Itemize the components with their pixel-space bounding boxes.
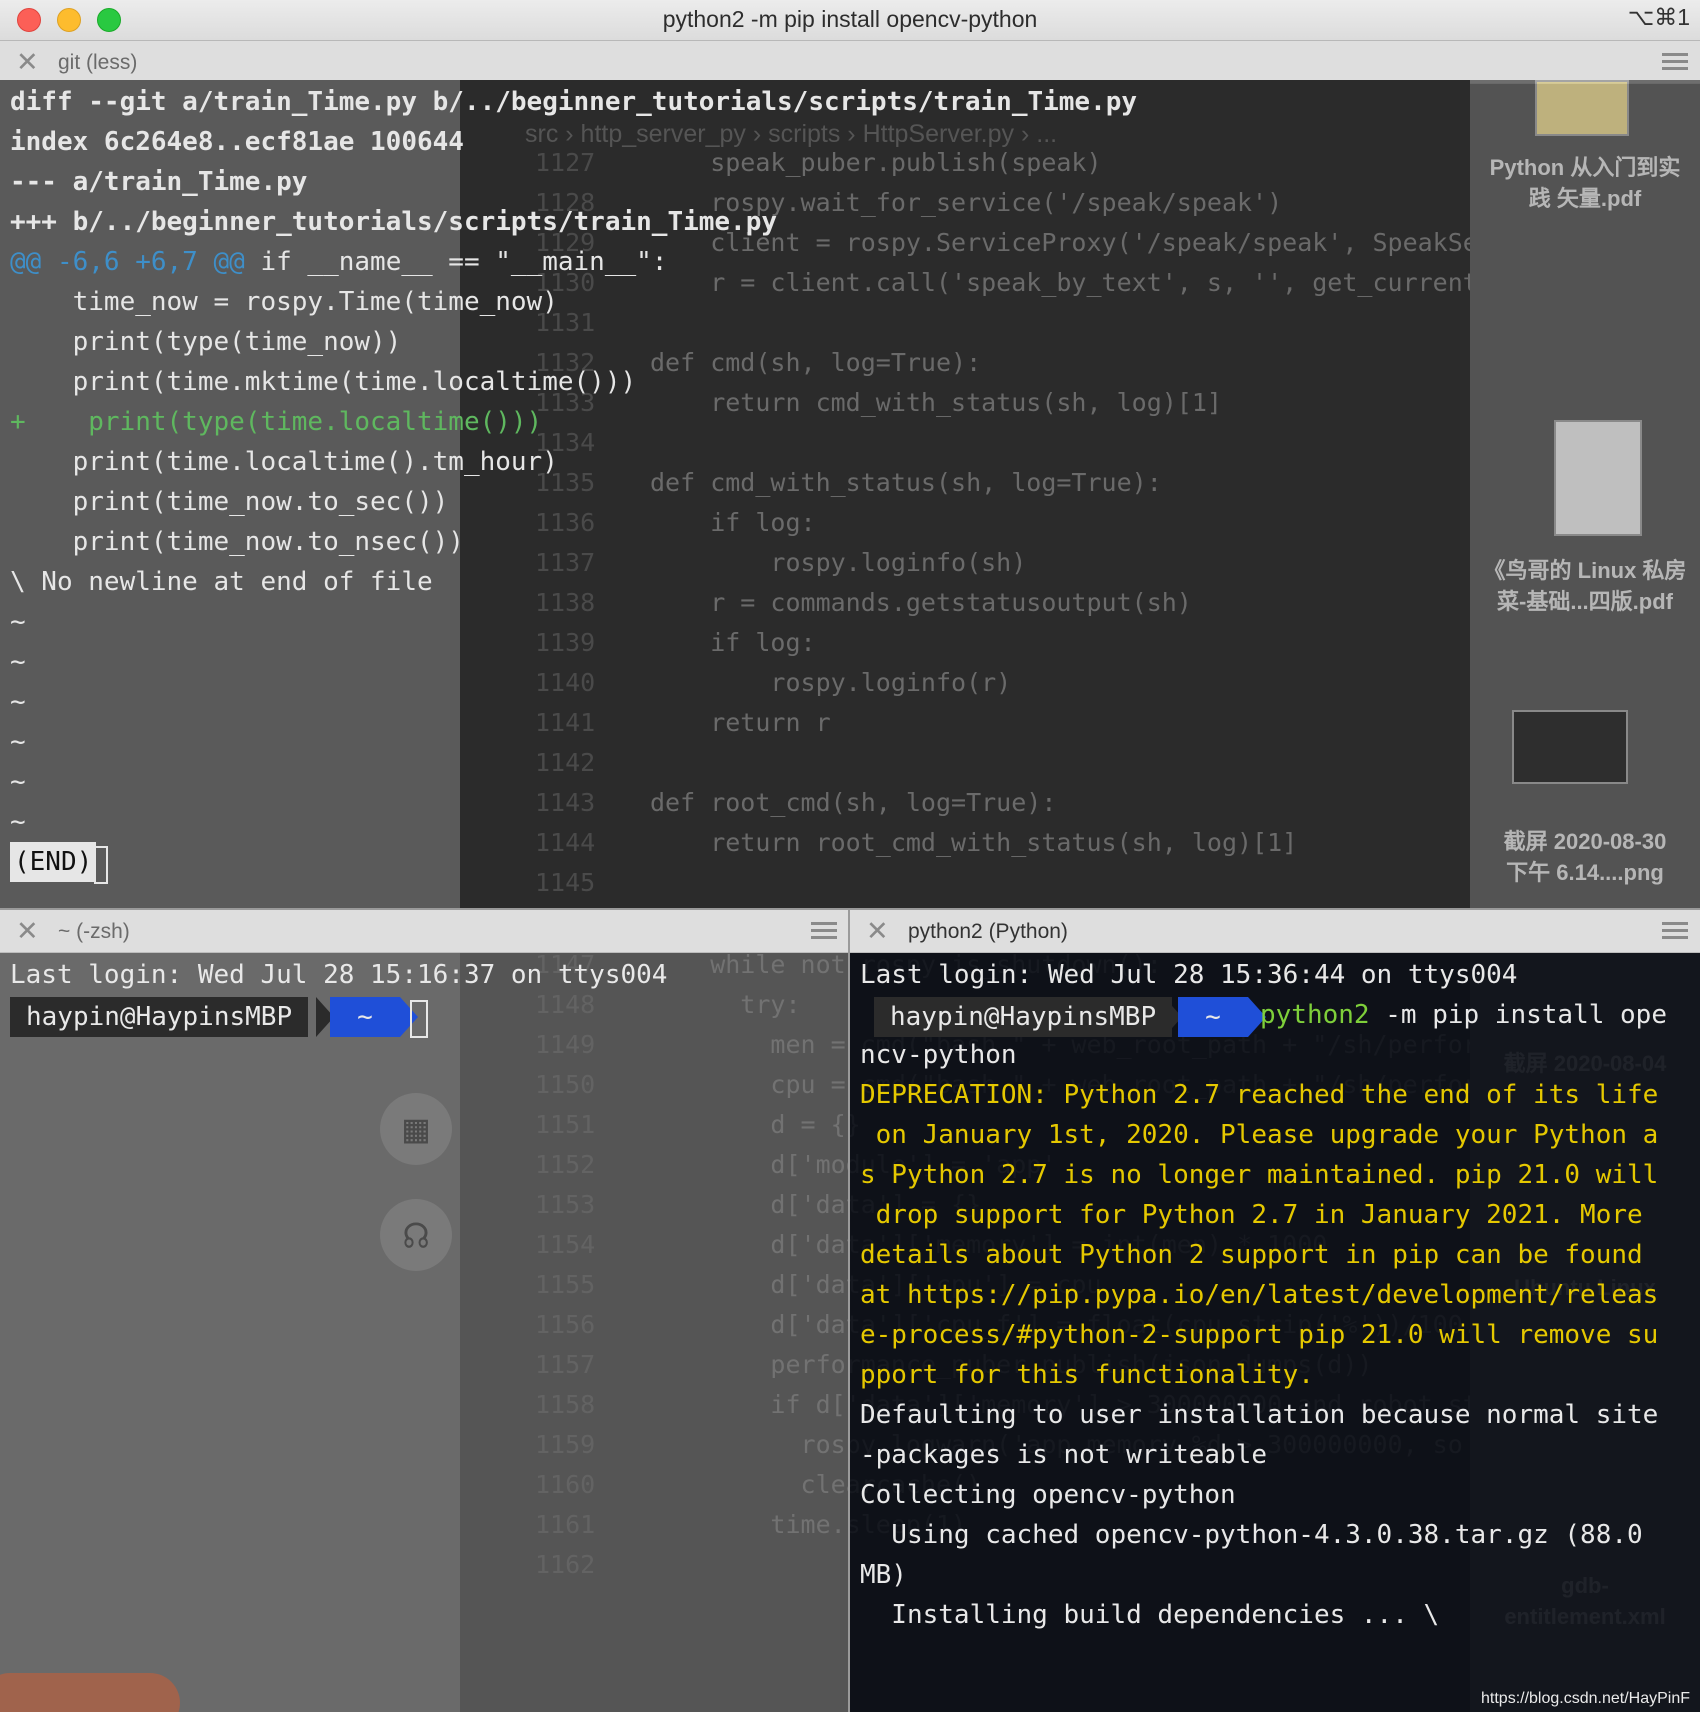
command-line: python2 -m pip install ope (1260, 995, 1667, 1035)
close-icon[interactable]: ✕ (866, 916, 889, 946)
file-thumbnail (1535, 80, 1629, 136)
deprecation-warning-line: e-process/#python-2-support pip 21.0 wil… (860, 1320, 1659, 1350)
prompt-user: haypin@HaypinsMBP (874, 997, 1173, 1037)
diff-line: print(type(time_now)) (10, 327, 402, 357)
diff-line: --- a/train_Time.py (10, 167, 308, 197)
file-thumbnail (1554, 420, 1642, 536)
background-browser-bottom (0, 953, 460, 1712)
diff-line: print(time_now.to_nsec()) (10, 527, 464, 557)
window-shortcut: ⌥⌘1 (1627, 4, 1690, 30)
empty-line-marker: ~ (10, 807, 26, 837)
qr-code-icon: ▦ (380, 1093, 452, 1165)
git-diff-pane[interactable]: diff --git a/train_Time.py b/../beginner… (0, 82, 1470, 912)
empty-line-marker: ~ (10, 687, 26, 717)
zsh-prompt: haypin@HaypinsMBP ~ (10, 997, 430, 1037)
diff-line: + print(type(time.localtime())) (10, 407, 543, 437)
diff-line: print(time.mktime(time.localtime())) (10, 367, 637, 397)
menu-icon[interactable] (1662, 922, 1688, 940)
prompt-dir: ~ (330, 997, 400, 1037)
file-thumbnail (1512, 710, 1628, 784)
tab-git-less[interactable]: ✕ git (less) (0, 41, 1700, 84)
command-args: -m pip install ope (1369, 1000, 1667, 1030)
background-publish-button (0, 1673, 180, 1712)
diff-line: time_now = rospy.Time(time_now) (10, 287, 558, 317)
deprecation-warning-line: at https://pip.pypa.io/en/latest/develop… (860, 1280, 1659, 1310)
window-titlebar: python2 -m pip install opencv-python ⌥⌘1 (0, 0, 1700, 41)
tab-label: python2 (Python) (908, 920, 1068, 943)
deprecation-warning-line: on January 1st, 2020. Please upgrade you… (860, 1120, 1659, 1150)
empty-line-marker: ~ (10, 727, 26, 757)
tab-label: ~ (-zsh) (58, 920, 130, 943)
diff-line: index 6c264e8..ecf81ae 100644 (10, 127, 464, 157)
last-login-text: Last login: Wed Jul 28 15:16:37 on ttys0… (10, 960, 668, 990)
diff-line: print(time.localtime().tm_hour) (10, 447, 558, 477)
diff-line: +++ b/../beginner_tutorials/scripts/trai… (10, 207, 778, 237)
prompt-user: haypin@HaypinsMBP (10, 997, 309, 1037)
diff-line: \ No newline at end of file (10, 567, 433, 597)
deprecation-warning-line: details about Python 2 support in pip ca… (860, 1240, 1643, 1270)
watermark-credit: https://blog.csdn.net/HayPinF (1481, 1690, 1690, 1707)
desktop-file-label[interactable]: 《鸟哥的 Linux 私房 菜-基础...四版.pdf (1470, 555, 1700, 617)
pip-output-line: Collecting opencv-python (860, 1480, 1236, 1510)
menu-icon[interactable] (811, 922, 837, 940)
python-terminal-pane[interactable]: Last login: Wed Jul 28 15:36:44 on ttys0… (850, 953, 1700, 1712)
pip-output-line: Installing build dependencies ... \ (860, 1600, 1440, 1630)
diff-line: @@ -6,6 +6,7 @@ if __name__ == "__main__… (10, 247, 668, 277)
tab-label: git (less) (58, 51, 138, 74)
pager-end-marker: (END) (10, 842, 97, 882)
command-wrap: ncv-python (860, 1040, 1017, 1070)
close-icon[interactable]: ✕ (16, 916, 39, 946)
pip-output-line: -packages is not writeable (860, 1440, 1267, 1470)
pip-output-line: Using cached opencv-python-4.3.0.38.tar.… (860, 1520, 1643, 1550)
empty-line-marker: ~ (10, 647, 26, 677)
last-login-text: Last login: Wed Jul 28 15:36:44 on ttys0… (860, 960, 1518, 990)
empty-line-marker: ~ (10, 767, 26, 797)
prompt-dir: ~ (1178, 997, 1248, 1037)
headset-icon: ☊ (380, 1199, 452, 1271)
desktop-file-label[interactable]: 截屏 2020-08-30 下午 6.14....png (1470, 826, 1700, 888)
deprecation-warning-line: DEPRECATION: Python 2.7 reached the end … (860, 1080, 1659, 1110)
tab-python[interactable]: ✕ python2 (Python) (850, 910, 1700, 953)
desktop-file-label[interactable]: Python 从入门到实践 矢量.pdf (1470, 152, 1700, 214)
python-prompt: haypin@HaypinsMBP ~ (874, 997, 1266, 1037)
deprecation-warning-line: s Python 2.7 is no longer maintained. pi… (860, 1160, 1659, 1190)
zsh-terminal-pane[interactable]: Last login: Wed Jul 28 15:16:37 on ttys0… (0, 953, 848, 1712)
command-name: python2 (1260, 1000, 1370, 1030)
pip-output-line: MB) (860, 1560, 907, 1590)
terminal-cursor (410, 1000, 428, 1038)
close-icon[interactable]: ✕ (16, 47, 39, 77)
diff-line: diff --git a/train_Time.py b/../beginner… (10, 87, 1138, 117)
empty-line-marker: ~ (10, 607, 26, 637)
pager-cursor (94, 846, 108, 884)
deprecation-warning-line: pport for this functionality. (860, 1360, 1314, 1390)
deprecation-warning-line: drop support for Python 2.7 in January 2… (860, 1200, 1643, 1230)
diff-line: print(time_now.to_sec()) (10, 487, 449, 517)
tab-zsh[interactable]: ✕ ~ (-zsh) (0, 910, 849, 953)
window-title: python2 -m pip install opencv-python (662, 6, 1038, 32)
menu-icon[interactable] (1662, 53, 1688, 71)
pip-output-line: Defaulting to user installation because … (860, 1400, 1659, 1430)
